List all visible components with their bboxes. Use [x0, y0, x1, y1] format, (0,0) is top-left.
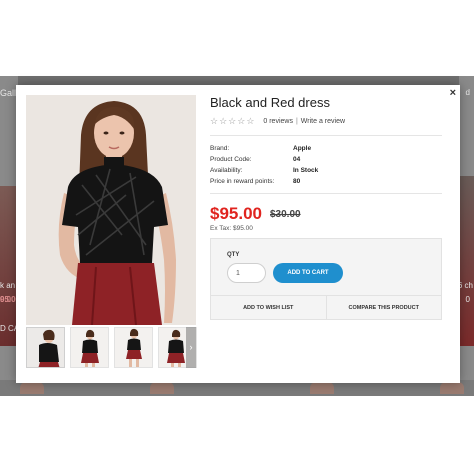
background-thumb — [440, 382, 464, 394]
add-to-wishlist-button[interactable]: ADD TO WISH LIST — [211, 296, 326, 319]
background-right-price: 0 — [465, 295, 470, 304]
close-icon[interactable]: × — [450, 87, 456, 99]
background-thumb — [20, 382, 44, 394]
spec-label: Price in reward points: — [210, 178, 275, 185]
spec-value: 04 — [293, 156, 301, 163]
product-rating: ☆ ☆ ☆ ☆ ☆ 0 reviews | Write a review — [210, 116, 345, 126]
reviews-link[interactable]: 0 reviews — [263, 118, 293, 125]
add-to-cart-button[interactable]: ADD TO CART — [273, 263, 343, 283]
quantity-label: QTY — [227, 252, 240, 258]
product-old-price: $30.00 — [270, 209, 301, 220]
spec-value: 80 — [293, 178, 301, 185]
product-title: Black and Red dress — [210, 95, 330, 110]
background-thumb — [310, 382, 334, 394]
spec-value: In Stock — [293, 167, 319, 174]
spec-row-brand: Brand: Apple — [210, 145, 442, 156]
star-empty-icon: ☆ — [210, 116, 219, 126]
thumbnail-2[interactable] — [70, 327, 109, 368]
thumbnail-image — [27, 328, 64, 367]
add-to-cart-panel: QTY ADD TO CART ADD TO WISH LIST COMPARE… — [210, 238, 442, 320]
ex-tax-price: Ex Tax: $95.00 — [210, 225, 253, 232]
background-product-image-right — [459, 176, 474, 346]
background-thumb — [150, 382, 174, 394]
spec-label: Availability: — [210, 167, 243, 174]
thumbnail-gallery: › — [26, 327, 197, 369]
screenshot-stage: Gall 0.00 k an 95.00 D CA d 6 ch 0 × › B… — [0, 0, 474, 474]
write-review-link[interactable]: Write a review — [301, 118, 345, 125]
reviews-separator: | — [295, 117, 298, 125]
star-empty-icon: ☆ — [219, 116, 228, 126]
model-illustration — [26, 95, 196, 325]
divider — [210, 135, 442, 136]
star-empty-icon: ☆ — [228, 116, 237, 126]
background-product-image-left — [0, 186, 16, 346]
quick-view-modal: × › Black and Red dress ☆ ☆ ☆ ☆ ☆ 0 revi… — [16, 85, 460, 383]
chevron-right-icon[interactable]: › — [186, 327, 196, 368]
thumbnail-image — [115, 328, 152, 367]
background-right-product-name: 6 ch — [457, 281, 473, 290]
background-right-heading: d — [465, 88, 470, 97]
spec-row-reward-points: Price in reward points: 80 — [210, 178, 442, 189]
spec-label: Product Code: — [210, 156, 252, 163]
quantity-input[interactable] — [227, 263, 266, 283]
spec-row-product-code: Product Code: 04 — [210, 156, 442, 167]
star-empty-icon: ☆ — [237, 116, 246, 126]
background-heading: Gall — [0, 88, 17, 98]
compare-product-button[interactable]: COMPARE THIS PRODUCT — [325, 296, 442, 319]
secondary-actions: ADD TO WISH LIST COMPARE THIS PRODUCT — [211, 295, 441, 319]
thumbnail-image — [71, 328, 108, 367]
spec-label: Brand: — [210, 145, 230, 152]
product-price: $95.00 — [210, 204, 262, 223]
star-empty-icon: ☆ — [246, 116, 255, 126]
main-product-image[interactable] — [26, 95, 196, 325]
background-product-name: k an — [0, 281, 16, 290]
product-specs: Brand: Apple Product Code: 04 Availabili… — [210, 145, 442, 189]
thumbnail-3[interactable] — [114, 327, 153, 368]
spec-value[interactable]: Apple — [293, 145, 311, 152]
divider — [210, 193, 442, 194]
spec-row-availability: Availability: In Stock — [210, 167, 442, 178]
thumbnail-1[interactable] — [26, 327, 65, 368]
